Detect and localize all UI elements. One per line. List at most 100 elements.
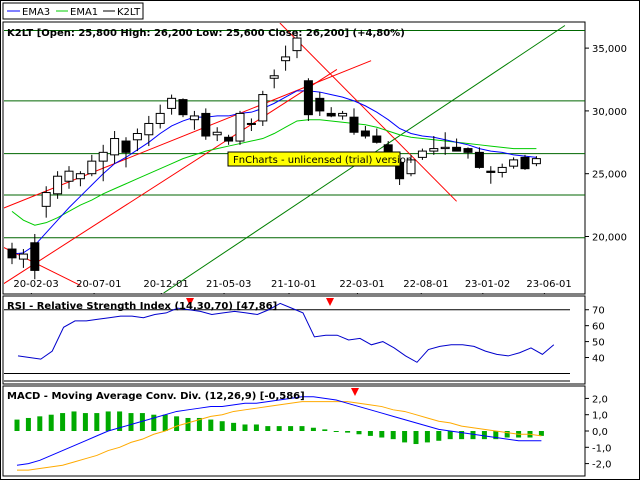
candle-body	[417, 150, 427, 158]
candle-body	[281, 56, 291, 62]
macd-histogram-bar	[299, 426, 305, 431]
macd-histogram-bar	[288, 426, 294, 431]
macd-histogram-bar	[253, 424, 259, 431]
candle-body	[429, 148, 439, 152]
macd-histogram-bar	[174, 416, 180, 431]
macd-histogram-bar	[470, 431, 476, 440]
macd-histogram-bar	[82, 413, 88, 431]
legend-k2lt-label: K2LT	[117, 7, 141, 18]
macd-ytick-label: 0,0	[592, 427, 608, 438]
candle-body	[178, 99, 188, 116]
rsi-panel: RSI - Relative Strength Index (14,30,70)…	[2, 295, 586, 385]
rsi-ytick-label: 40	[592, 354, 605, 365]
candle-body	[509, 159, 519, 167]
candle-body	[132, 133, 142, 141]
candle-body	[463, 148, 473, 153]
macd-histogram-bar	[310, 427, 316, 431]
macd-panel-header: MACD - Moving Average Conv. Div. (12,26,…	[7, 391, 305, 402]
candle-body	[98, 151, 108, 162]
macd-histogram-bar	[265, 426, 271, 431]
candle-body	[41, 192, 51, 207]
candle-body	[110, 138, 120, 156]
candle-body	[452, 146, 462, 152]
candle-body	[349, 116, 359, 133]
x-axis-label: 21-05-03	[206, 279, 251, 290]
candle-body	[53, 175, 63, 195]
candle-body	[326, 112, 336, 117]
x-axis-label: 20-02-03	[13, 279, 58, 290]
macd-histogram-bar	[185, 417, 191, 431]
candle-body	[30, 242, 40, 271]
price-panel-header: K2LT [Open: 25,800 High: 26,200 Low: 25,…	[7, 28, 405, 39]
macd-histogram-bar	[60, 413, 66, 431]
candle-body	[224, 136, 234, 142]
macd-histogram-bar	[162, 414, 168, 431]
candle-body	[18, 253, 28, 260]
candle-body	[303, 80, 313, 116]
candle-body	[167, 97, 177, 109]
macd-histogram-bar	[345, 431, 351, 433]
macd-ytick-label: -2,0	[592, 460, 612, 471]
macd-histogram-bar	[231, 422, 237, 431]
watermark-text: FnCharts - unlicensed (trial) version	[233, 155, 412, 166]
x-axis-label: 22-08-01	[403, 279, 448, 290]
candle-body	[144, 122, 154, 136]
macd-histogram-bar	[48, 414, 54, 431]
macd-histogram-bar	[71, 411, 77, 431]
rsi-ytick-label: 70	[592, 306, 605, 317]
legend: EMA3 EMA1 K2LT	[2, 2, 144, 20]
candle-body	[372, 135, 382, 143]
macd-histogram-bar	[128, 413, 134, 431]
candle-body	[338, 112, 348, 117]
candle-body	[486, 170, 496, 173]
candle-body	[155, 112, 165, 124]
macd-histogram-bar	[481, 431, 487, 440]
x-axis-label: 20-12-01	[143, 279, 188, 290]
candle-body	[246, 122, 256, 125]
macd-histogram-bar	[413, 431, 419, 445]
macd-histogram-bar	[37, 416, 43, 431]
price-ytick-label: 20,000	[592, 232, 627, 243]
x-axis-label: 22-03-01	[339, 279, 384, 290]
macd-histogram-bar	[402, 431, 408, 443]
macd-histogram-bar	[105, 411, 111, 431]
macd-panel: MACD - Moving Average Conv. Div. (12,26,…	[2, 385, 586, 477]
macd-histogram-bar	[94, 413, 100, 431]
macd-histogram-bar	[390, 431, 396, 440]
macd-histogram-bar	[208, 419, 214, 431]
x-axis-label: 20-07-01	[76, 279, 121, 290]
candle-body	[121, 140, 131, 153]
candle-body	[474, 151, 484, 168]
price-panel: K2LT [Open: 25,800 High: 26,200 Low: 25,…	[2, 21, 586, 295]
candle-body	[75, 173, 85, 180]
macd-histogram-bar	[322, 429, 328, 431]
candle-body	[315, 97, 325, 112]
legend-ema3-label: EMA3	[22, 7, 50, 18]
rsi-ytick-label: 60	[592, 322, 605, 333]
x-axis-label: 23-06-01	[526, 279, 571, 290]
macd-histogram-bar	[14, 419, 20, 431]
candle-body	[201, 112, 211, 137]
macd-histogram-bar	[379, 431, 385, 438]
macd-histogram-bar	[276, 426, 282, 431]
macd-histogram-bar	[219, 421, 225, 431]
legend-ema1-label: EMA1	[70, 7, 98, 18]
candle-body	[189, 115, 199, 121]
macd-ytick-label: -1,0	[592, 443, 612, 454]
macd-ytick-label: 2,0	[592, 394, 608, 405]
rsi-ytick-label: 50	[592, 338, 605, 349]
macd-ytick-label: 1,0	[592, 411, 608, 422]
candle-body	[440, 146, 450, 150]
price-ytick-label: 35,000	[592, 44, 627, 55]
candle-body	[520, 156, 530, 170]
x-axis-label: 23-01-02	[465, 279, 510, 290]
candle-body	[258, 94, 268, 122]
macd-histogram-bar	[436, 431, 442, 441]
macd-histogram-bar	[367, 431, 373, 436]
price-ytick-label: 25,000	[592, 170, 627, 181]
x-axis-label: 21-10-01	[271, 279, 316, 290]
candle-body	[87, 160, 97, 175]
macd-histogram-bar	[25, 417, 31, 431]
macd-histogram-bar	[333, 431, 339, 432]
macd-histogram-bar	[242, 424, 248, 431]
